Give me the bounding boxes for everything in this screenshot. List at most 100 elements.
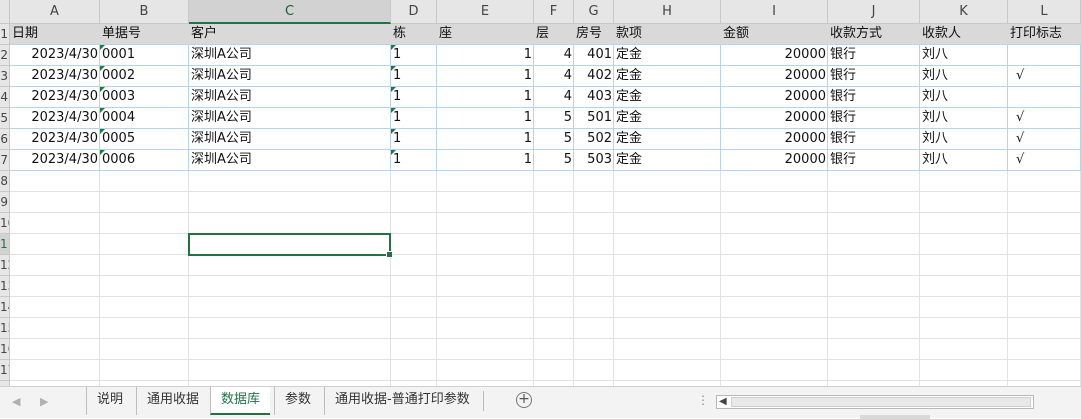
row-header-1[interactable]: 1 <box>0 24 10 45</box>
row-header-8[interactable]: 8 <box>0 171 10 192</box>
data-cell-i3[interactable]: 20000 <box>721 66 828 87</box>
data-cell-d5[interactable]: 1 <box>391 108 437 129</box>
data-cell-c6[interactable]: 深圳A公司 <box>189 129 391 150</box>
header-cell-e[interactable]: 座 <box>437 24 534 45</box>
prev-sheet-icon[interactable]: ◀ <box>12 395 20 408</box>
column-header-g[interactable]: G <box>574 0 614 24</box>
data-cell-e3[interactable]: 1 <box>437 66 534 87</box>
column-header-a[interactable]: A <box>10 0 100 24</box>
row-header-14[interactable]: 14 <box>0 297 10 318</box>
data-cell-k2[interactable]: 刘八 <box>920 45 1008 66</box>
data-cell-d3[interactable]: 1 <box>391 66 437 87</box>
header-cell-i[interactable]: 金额 <box>721 24 828 45</box>
data-cell-j2[interactable]: 银行 <box>828 45 920 66</box>
data-cell-e7[interactable]: 1 <box>437 150 534 171</box>
data-cell-h5[interactable]: 定金 <box>614 108 721 129</box>
sheet-tab-3[interactable]: 数据库 <box>210 387 271 415</box>
row-header-4[interactable]: 4 <box>0 87 10 108</box>
data-cell-a4[interactable]: 2023/4/30 <box>10 87 100 108</box>
column-header-d[interactable]: D <box>391 0 437 24</box>
data-cell-g3[interactable]: 402 <box>574 66 614 87</box>
header-cell-j[interactable]: 收款方式 <box>828 24 920 45</box>
row-header-17[interactable]: 17 <box>0 360 10 381</box>
data-cell-i7[interactable]: 20000 <box>721 150 828 171</box>
data-cell-b7[interactable]: 0006 <box>100 150 189 171</box>
data-cell-j5[interactable]: 银行 <box>828 108 920 129</box>
column-header-e[interactable]: E <box>437 0 534 24</box>
data-cell-l6[interactable]: √ <box>1008 129 1081 150</box>
data-cell-a7[interactable]: 2023/4/30 <box>10 150 100 171</box>
data-cell-e5[interactable]: 1 <box>437 108 534 129</box>
data-cell-d7[interactable]: 1 <box>391 150 437 171</box>
row-header-13[interactable]: 13 <box>0 276 10 297</box>
data-cell-h2[interactable]: 定金 <box>614 45 721 66</box>
data-cell-c3[interactable]: 深圳A公司 <box>189 66 391 87</box>
data-cell-a5[interactable]: 2023/4/30 <box>10 108 100 129</box>
data-cell-l4[interactable] <box>1008 87 1081 108</box>
data-cell-f4[interactable]: 4 <box>534 87 574 108</box>
row-header-2[interactable]: 2 <box>0 45 10 66</box>
row-header-12[interactable]: 12 <box>0 255 10 276</box>
scrollbar-thumb[interactable] <box>731 397 1031 407</box>
data-cell-l2[interactable] <box>1008 45 1081 66</box>
data-cell-f6[interactable]: 5 <box>534 129 574 150</box>
header-cell-f[interactable]: 层 <box>534 24 574 45</box>
data-cell-a6[interactable]: 2023/4/30 <box>10 129 100 150</box>
column-header-h[interactable]: H <box>614 0 721 24</box>
row-header-9[interactable]: 9 <box>0 192 10 213</box>
data-cell-j7[interactable]: 银行 <box>828 150 920 171</box>
data-cell-h6[interactable]: 定金 <box>614 129 721 150</box>
row-header-7[interactable]: 7 <box>0 150 10 171</box>
data-cell-j3[interactable]: 银行 <box>828 66 920 87</box>
data-cell-b5[interactable]: 0004 <box>100 108 189 129</box>
column-header-b[interactable]: B <box>100 0 189 24</box>
data-cell-i4[interactable]: 20000 <box>721 87 828 108</box>
column-header-f[interactable]: F <box>534 0 574 24</box>
data-cell-e6[interactable]: 1 <box>437 129 534 150</box>
sheet-tab-1[interactable]: 说明 <box>86 387 133 415</box>
header-cell-a[interactable]: 日期 <box>10 24 100 45</box>
data-cell-g2[interactable]: 401 <box>574 45 614 66</box>
column-header-k[interactable]: K <box>920 0 1008 24</box>
header-cell-d[interactable]: 栋 <box>391 24 437 45</box>
data-cell-i2[interactable]: 20000 <box>721 45 828 66</box>
data-cell-e2[interactable]: 1 <box>437 45 534 66</box>
next-sheet-icon[interactable]: ▶ <box>40 395 48 408</box>
spreadsheet-grid[interactable]: ABCDEFGHIJKL123456789101112131415161718日… <box>0 0 1081 386</box>
data-cell-l5[interactable]: √ <box>1008 108 1081 129</box>
data-cell-c4[interactable]: 深圳A公司 <box>189 87 391 108</box>
header-cell-l[interactable]: 打印标志 <box>1008 24 1081 45</box>
row-header-16[interactable]: 16 <box>0 339 10 360</box>
select-all-corner[interactable] <box>0 0 10 24</box>
sheet-tab-5[interactable]: 通用收据-普通打印参数 <box>324 387 480 415</box>
row-header-3[interactable]: 3 <box>0 66 10 87</box>
header-cell-h[interactable]: 款项 <box>614 24 721 45</box>
column-header-l[interactable]: L <box>1008 0 1081 24</box>
add-sheet-icon[interactable]: + <box>516 392 532 408</box>
data-cell-e4[interactable]: 1 <box>437 87 534 108</box>
column-header-c[interactable]: C <box>189 0 391 24</box>
data-cell-k3[interactable]: 刘八 <box>920 66 1008 87</box>
row-header-11[interactable]: 11 <box>0 234 10 255</box>
data-cell-g7[interactable]: 503 <box>574 150 614 171</box>
data-cell-j4[interactable]: 银行 <box>828 87 920 108</box>
data-cell-l7[interactable]: √ <box>1008 150 1081 171</box>
row-header-10[interactable]: 10 <box>0 213 10 234</box>
header-cell-b[interactable]: 单据号 <box>100 24 189 45</box>
data-cell-f2[interactable]: 4 <box>534 45 574 66</box>
data-cell-d4[interactable]: 1 <box>391 87 437 108</box>
data-cell-b2[interactable]: 0001 <box>100 45 189 66</box>
data-cell-b4[interactable]: 0003 <box>100 87 189 108</box>
row-header-6[interactable]: 6 <box>0 129 10 150</box>
data-cell-a2[interactable]: 2023/4/30 <box>10 45 100 66</box>
column-header-i[interactable]: I <box>721 0 828 24</box>
data-cell-i5[interactable]: 20000 <box>721 108 828 129</box>
data-cell-c7[interactable]: 深圳A公司 <box>189 150 391 171</box>
data-cell-d6[interactable]: 1 <box>391 129 437 150</box>
fill-handle[interactable] <box>386 251 393 258</box>
column-header-j[interactable]: J <box>828 0 920 24</box>
data-cell-k5[interactable]: 刘八 <box>920 108 1008 129</box>
data-cell-g4[interactable]: 403 <box>574 87 614 108</box>
selected-cell[interactable] <box>188 233 393 258</box>
data-cell-d2[interactable]: 1 <box>391 45 437 66</box>
